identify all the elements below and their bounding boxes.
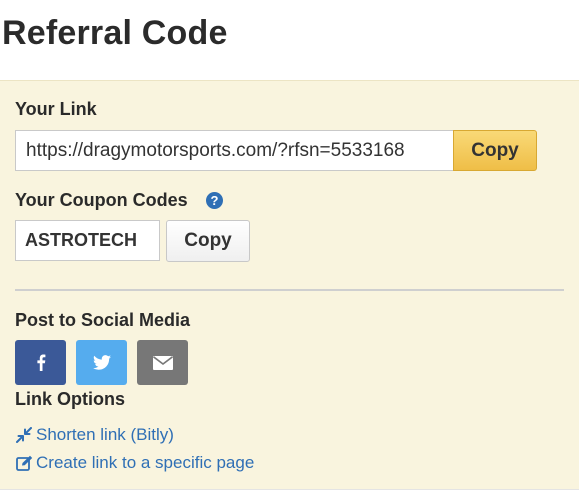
page-header: Referral Code xyxy=(0,0,579,80)
twitter-icon xyxy=(92,355,111,370)
copy-coupon-button[interactable]: Copy xyxy=(166,220,250,262)
your-link-label: Your Link xyxy=(15,99,97,119)
social-media-label: Post to Social Media xyxy=(15,310,191,330)
shorten-link-label: Shorten link (Bitly) xyxy=(36,425,174,444)
question-circle-icon[interactable]: ? xyxy=(206,192,223,209)
create-page-link-label: Create link to a specific page xyxy=(36,453,255,472)
referral-link-field[interactable]: https://dragymotorsports.com/?rfsn=55331… xyxy=(15,130,454,171)
coupon-codes-label: Your Coupon Codes xyxy=(15,190,188,210)
edit-icon xyxy=(15,454,33,472)
facebook-icon xyxy=(36,354,45,371)
compress-arrows-icon xyxy=(15,426,33,444)
email-icon xyxy=(152,355,173,370)
coupon-code-field[interactable]: ASTROTECH xyxy=(15,220,160,261)
bottom-strip xyxy=(0,489,579,499)
email-share-button[interactable] xyxy=(137,340,188,385)
copy-link-button[interactable]: Copy xyxy=(453,130,537,171)
shorten-link-option[interactable]: Shorten link (Bitly) xyxy=(15,425,174,445)
link-options-label: Link Options xyxy=(15,389,125,409)
twitter-share-button[interactable] xyxy=(76,340,127,385)
facebook-share-button[interactable] xyxy=(15,340,66,385)
section-divider xyxy=(15,289,564,291)
page-title: Referral Code xyxy=(2,14,228,52)
create-page-link-option[interactable]: Create link to a specific page xyxy=(15,453,254,473)
